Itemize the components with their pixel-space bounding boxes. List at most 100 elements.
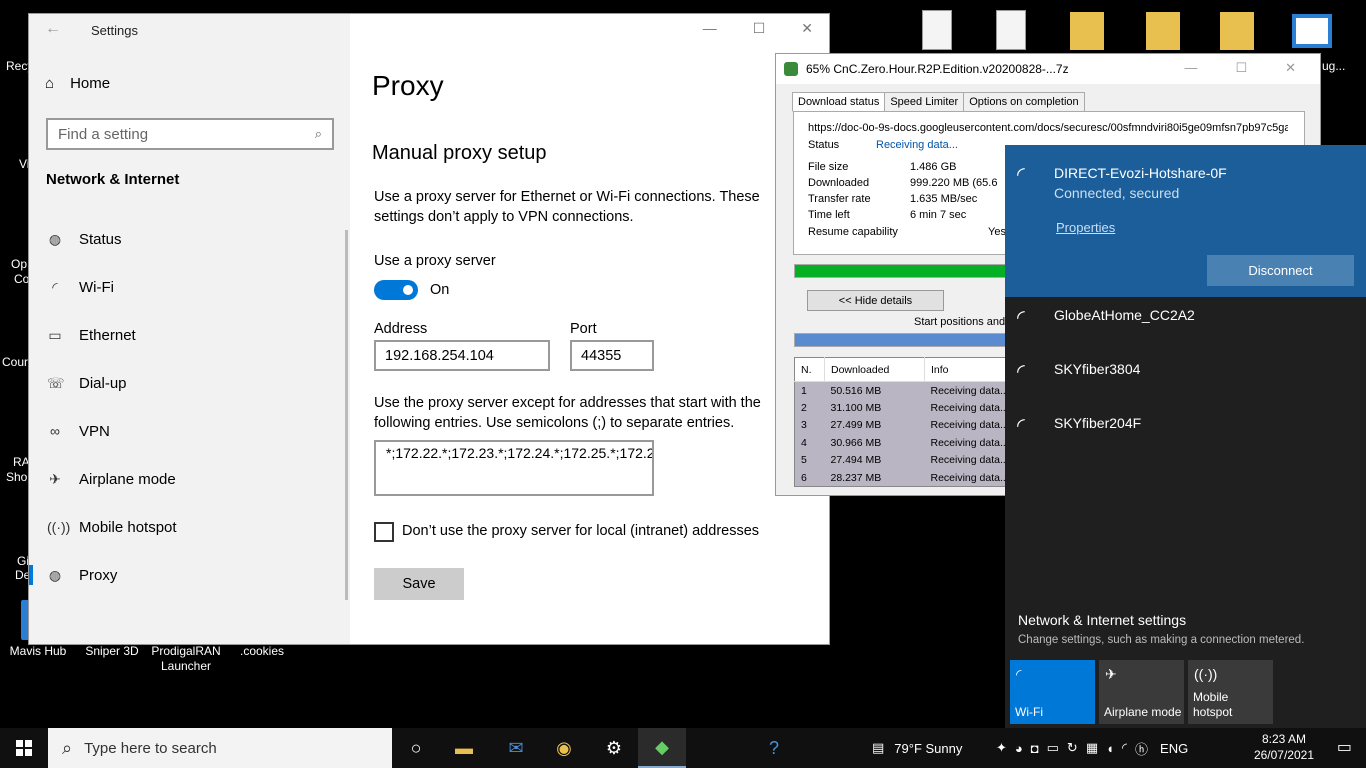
- nav-home[interactable]: ⌂ Home: [45, 75, 110, 92]
- help-icon[interactable]: ?: [750, 728, 798, 768]
- section-subtitle: Manual proxy setup: [372, 142, 547, 164]
- sidebar-item-ethernet[interactable]: ▭ Ethernet: [29, 315, 345, 355]
- network-item[interactable]: ◜ GlobeAtHome_CC2A2: [1005, 297, 1366, 351]
- hide-details-button[interactable]: << Hide details: [807, 290, 944, 311]
- network-item[interactable]: ◜ SKYfiber204F: [1005, 405, 1366, 459]
- maximize-icon[interactable]: ☐: [753, 20, 766, 37]
- tab-speed-limiter[interactable]: Speed Limiter: [884, 92, 965, 112]
- wifi-secured-icon: ◜: [1017, 164, 1025, 186]
- close-icon[interactable]: ✕: [801, 20, 813, 37]
- desktop-file-icon[interactable]: [996, 10, 1026, 50]
- cell-n: 2: [794, 399, 825, 417]
- notification-icon[interactable]: ▭: [1337, 737, 1352, 757]
- desktop-folder-icon[interactable]: [1220, 12, 1254, 50]
- minimize-icon[interactable]: —: [1184, 60, 1197, 76]
- downloaded-value: 999.220 MB (65.6: [910, 177, 998, 189]
- cell-n: 3: [794, 416, 825, 434]
- desktop-icon-label: Mavis Hub: [9, 644, 67, 658]
- sidebar-item-mobile-hotspot[interactable]: ((·)) Mobile hotspot: [29, 507, 345, 547]
- security-icon[interactable]: ◘: [1031, 741, 1039, 756]
- tab-download-status[interactable]: Download status: [792, 92, 886, 112]
- toggle-state-label: On: [430, 282, 450, 298]
- airplane-icon: ✈: [49, 470, 61, 487]
- address-label: Address: [374, 321, 428, 337]
- address-field[interactable]: [374, 340, 550, 371]
- connected-network[interactable]: ◜ DIRECT-Evozi-Hotshare-0F Connected, se…: [1005, 145, 1366, 297]
- transfer-rate-value: 1.635 MB/sec: [910, 193, 978, 205]
- language-indicator[interactable]: ENG: [1160, 741, 1188, 756]
- desktop-icon-label: .cookies: [239, 644, 285, 658]
- volume-icon[interactable]: ◖: [1106, 741, 1114, 756]
- port-field[interactable]: [570, 340, 654, 371]
- airplane-icon: ✈: [1105, 666, 1117, 682]
- maximize-icon[interactable]: ☐: [1235, 60, 1247, 76]
- desktop-folder-icon[interactable]: [1070, 12, 1104, 50]
- hotspot-icon: ((·)): [1194, 666, 1218, 682]
- desktop-app-icon[interactable]: [1292, 14, 1332, 48]
- column-header[interactable]: Downloaded: [824, 357, 925, 382]
- sidebar-item-status[interactable]: ◍ Status: [29, 219, 345, 259]
- desktop-icon-label: ProdigalRAN Launcher: [151, 644, 221, 673]
- settings-icon[interactable]: ⚙: [590, 728, 638, 768]
- cell-n: 5: [794, 451, 825, 469]
- back-arrow-icon[interactable]: ←: [45, 20, 61, 38]
- file-explorer-icon[interactable]: ▬: [440, 728, 488, 768]
- transfer-rate-label: Transfer rate: [808, 193, 871, 205]
- settings-nav-pane: ← Settings ⌂ Home Find a setting ⌕ Netwo…: [29, 14, 350, 644]
- quick-action-wifi[interactable]: ◜ Wi-Fi: [1010, 660, 1095, 724]
- shield-icon[interactable]: ✦: [996, 740, 1007, 756]
- download-tabs: Download status Speed Limiter Options on…: [792, 92, 1085, 112]
- use-proxy-toggle[interactable]: [374, 280, 418, 300]
- close-icon[interactable]: ✕: [1285, 60, 1296, 76]
- nav-home-label: Home: [70, 75, 111, 92]
- disconnect-button[interactable]: Disconnect: [1207, 255, 1354, 286]
- settings-window: ← Settings ⌂ Home Find a setting ⌕ Netwo…: [28, 13, 830, 645]
- mail-icon[interactable]: ✉: [492, 728, 540, 768]
- file-size-value: 1.486 GB: [910, 161, 957, 173]
- nav-scrollbar[interactable]: [345, 230, 348, 600]
- status-label: Status: [808, 139, 840, 151]
- battery-icon[interactable]: ▭: [1047, 740, 1059, 756]
- column-header[interactable]: N.: [794, 357, 825, 382]
- tab-options-on-completion[interactable]: Options on completion: [963, 92, 1085, 112]
- weather-text[interactable]: 79°F Sunny: [894, 741, 962, 756]
- local-bypass-checkbox[interactable]: [374, 522, 394, 542]
- properties-link[interactable]: Properties: [1056, 220, 1115, 235]
- sidebar-item-proxy[interactable]: ◍ Proxy: [29, 555, 345, 595]
- download-title: 65% CnC.Zero.Hour.R2P.Edition.v20200828-…: [806, 62, 1069, 76]
- sidebar-item-label: Airplane mode: [79, 470, 176, 488]
- sidebar-item-wifi[interactable]: ◜ Wi-Fi: [29, 267, 345, 307]
- resume-value: Yes: [988, 226, 1006, 238]
- save-button[interactable]: Save: [374, 568, 464, 600]
- sidebar-item-airplane-mode[interactable]: ✈ Airplane mode: [29, 459, 345, 499]
- clock[interactable]: 8:23 AM 26/07/2021: [1254, 731, 1314, 763]
- quick-action-mobile-hotspot[interactable]: ((·)) Mobile hotspot: [1188, 660, 1273, 724]
- exceptions-textarea[interactable]: *;172.22.*;172.23.*;172.24.*;172.25.*;17…: [374, 440, 654, 496]
- sidebar-item-label: Dial-up: [79, 374, 127, 392]
- sidebar-item-vpn[interactable]: ∞ VPN: [29, 411, 345, 451]
- chrome-icon[interactable]: ◉: [540, 728, 588, 768]
- taskbar-search[interactable]: ⌕ Type here to search: [48, 728, 392, 768]
- wifi-secured-icon: ◜: [1017, 307, 1025, 329]
- network-tray-icon[interactable]: ◕: [1015, 741, 1023, 756]
- network-settings-link[interactable]: Network & Internet settings: [1018, 612, 1186, 628]
- download-manager-icon[interactable]: ◆: [638, 728, 686, 768]
- wifi-icon: ◜: [1016, 666, 1022, 682]
- weather-icon[interactable]: ▤: [872, 740, 884, 756]
- desktop-file-icon[interactable]: [922, 10, 952, 50]
- sidebar-item-dialup[interactable]: ☏ Dial-up: [29, 363, 345, 403]
- tray-app-icon[interactable]: ▦: [1086, 740, 1098, 756]
- hp-icon[interactable]: ⓗ: [1135, 739, 1148, 758]
- wifi-secured-icon: ◜: [1017, 415, 1025, 437]
- quick-action-airplane-mode[interactable]: ✈ Airplane mode: [1099, 660, 1184, 724]
- sync-icon[interactable]: ↻: [1067, 740, 1078, 756]
- minimize-icon[interactable]: —: [703, 20, 717, 37]
- task-view-icon[interactable]: ○: [392, 728, 440, 768]
- connected-network-name: DIRECT-Evozi-Hotshare-0F: [1054, 165, 1227, 181]
- network-item[interactable]: ◜ SKYfiber3804: [1005, 351, 1366, 405]
- find-setting-search[interactable]: Find a setting ⌕: [46, 118, 334, 150]
- network-name: SKYfiber204F: [1054, 415, 1142, 431]
- start-button[interactable]: [0, 728, 48, 768]
- wifi-icon[interactable]: ◜: [1122, 740, 1127, 756]
- desktop-folder-icon[interactable]: [1146, 12, 1180, 50]
